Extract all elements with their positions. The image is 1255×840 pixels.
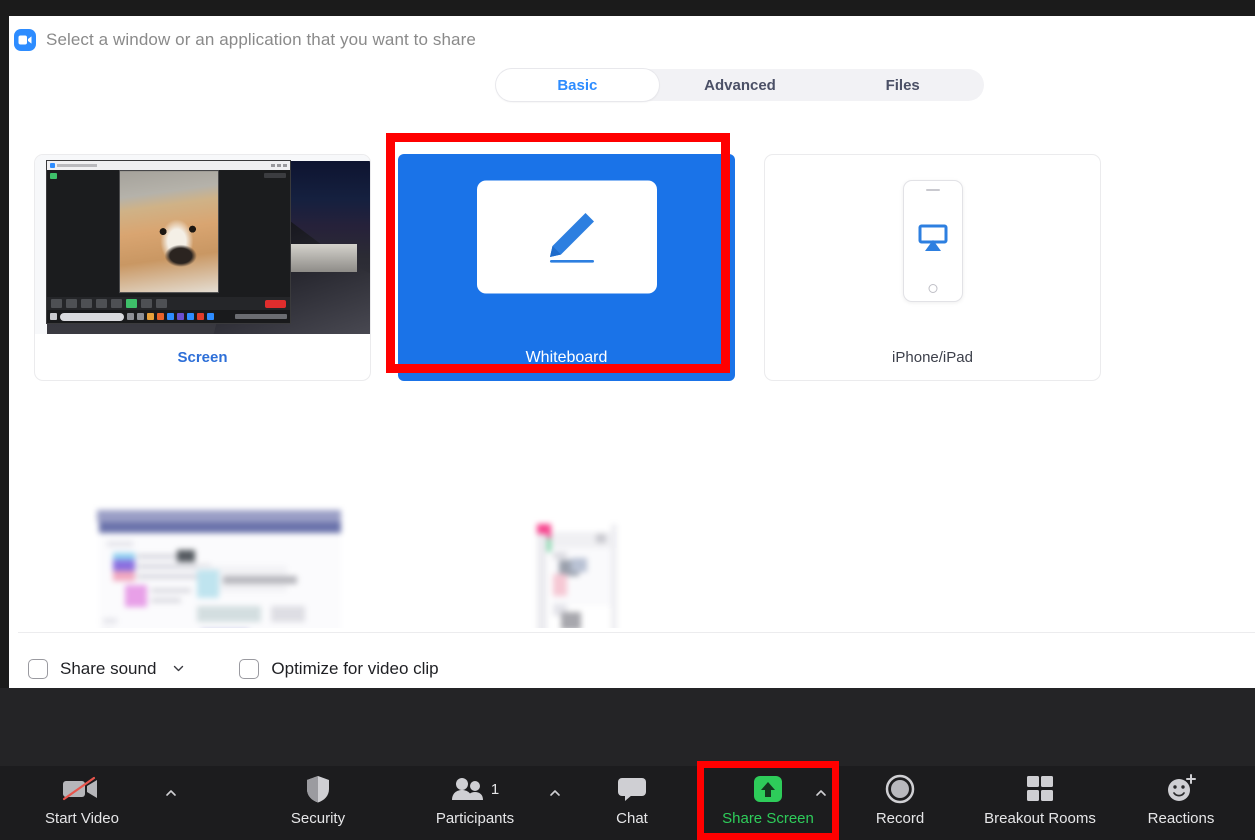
zoom-video-icon <box>14 29 36 51</box>
start-video-button[interactable]: Start Video <box>32 772 132 838</box>
share-screen-up-arrow-icon <box>748 772 788 806</box>
participants-icon: 1 <box>451 772 499 806</box>
additional-window-thumbnails <box>41 386 1239 628</box>
tab-files[interactable]: Files <box>821 69 984 101</box>
record-label: Record <box>875 810 925 827</box>
security-button[interactable]: Security <box>272 772 364 838</box>
share-sound-checkbox[interactable] <box>28 658 48 679</box>
record-circle-icon <box>884 772 916 806</box>
record-button[interactable]: Record <box>856 772 944 838</box>
chat-label: Chat <box>616 810 648 827</box>
share-card-screen[interactable]: Screen <box>34 154 371 381</box>
window-thumbnail-blurred-2[interactable] <box>501 518 681 628</box>
optimize-video-option[interactable]: Optimize for video clip <box>239 658 439 679</box>
page-title: Select a window or an application that y… <box>46 30 476 49</box>
share-screen-button[interactable]: Share Screen <box>706 772 830 838</box>
whiteboard-thumbnail <box>398 154 735 335</box>
iphone-ipad-thumbnail <box>765 155 1100 334</box>
reactions-label: Reactions <box>1147 810 1215 827</box>
zoom-share-screen-window: Select a window or an application that y… <box>0 0 1255 840</box>
share-screen-options-caret-icon[interactable] <box>814 786 828 800</box>
participants-label: Participants <box>435 810 515 827</box>
start-video-label: Start Video <box>45 810 119 827</box>
window-thumbnail-blurred-1[interactable] <box>85 508 355 628</box>
share-screen-label: Share Screen <box>722 810 814 827</box>
share-card-whiteboard[interactable]: Whiteboard <box>398 154 735 381</box>
airplay-icon <box>918 224 948 257</box>
share-type-tabs: Basic Advanced Files <box>496 69 984 101</box>
chevron-down-icon[interactable] <box>172 662 185 675</box>
chat-bubble-icon <box>616 772 648 806</box>
share-card-iphone-ipad[interactable]: iPhone/iPad <box>764 154 1101 381</box>
breakout-rooms-label: Breakout Rooms <box>984 810 1096 827</box>
reactions-button[interactable]: Reactions <box>1126 772 1236 838</box>
grid-squares-icon <box>1024 772 1056 806</box>
smiley-plus-icon <box>1164 772 1198 806</box>
tab-basic[interactable]: Basic <box>496 69 659 101</box>
share-card-label-iphone-ipad: iPhone/iPad <box>892 348 973 366</box>
chat-button[interactable]: Chat <box>592 772 672 838</box>
meeting-toolbar: Start Video Security 1 Participants Chat… <box>0 766 1255 840</box>
share-sound-label: Share sound <box>60 658 157 678</box>
optimize-video-label: Optimize for video clip <box>271 658 439 678</box>
dialog-title-row: Select a window or an application that y… <box>14 26 476 54</box>
participants-options-caret-icon[interactable] <box>548 786 562 800</box>
share-card-label-screen: Screen <box>177 348 228 366</box>
shared-photo-dog <box>119 170 218 292</box>
meeting-background-area <box>0 688 1255 766</box>
video-options-caret-icon[interactable] <box>164 786 178 800</box>
optimize-video-checkbox[interactable] <box>239 658 260 679</box>
video-off-icon <box>60 772 104 806</box>
tab-advanced[interactable]: Advanced <box>659 69 822 101</box>
shield-icon <box>304 772 332 806</box>
share-sound-option[interactable]: Share sound <box>28 658 157 679</box>
share-card-label-whiteboard: Whiteboard <box>525 349 608 366</box>
participants-count: 1 <box>490 780 500 798</box>
pencil-icon <box>530 203 604 272</box>
participants-button[interactable]: 1 Participants <box>424 772 526 838</box>
share-selection-dialog: Select a window or an application that y… <box>9 16 1255 704</box>
security-label: Security <box>290 810 346 827</box>
share-source-grid: Screen Whiteboard iPhone/iPad <box>25 138 1239 628</box>
desktop-screen-thumbnail <box>35 155 370 334</box>
breakout-rooms-button[interactable]: Breakout Rooms <box>962 772 1118 838</box>
